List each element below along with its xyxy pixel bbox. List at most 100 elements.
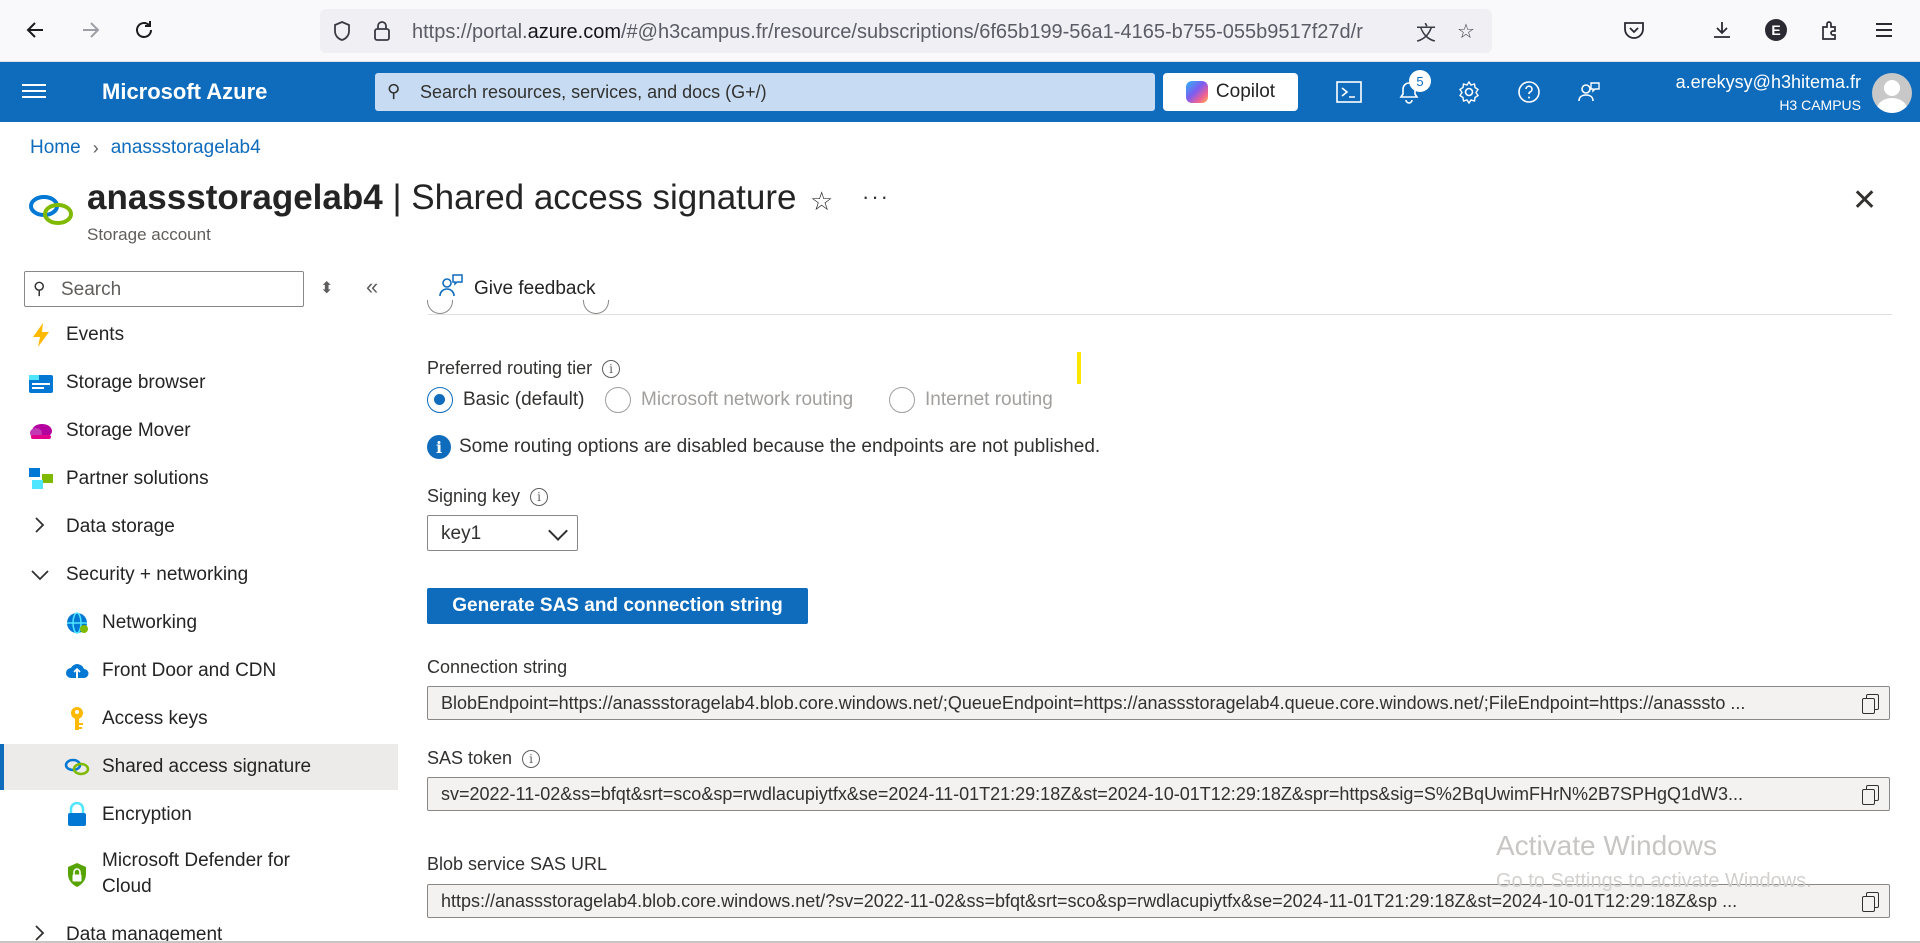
radio-circle[interactable] — [889, 387, 915, 413]
search-icon: ⚲ — [387, 81, 401, 101]
radio-basic-default[interactable]: Basic (default) — [427, 387, 584, 413]
forward-arrow-icon[interactable] — [74, 14, 106, 46]
notifications-bell-icon[interactable]: 5 — [1393, 70, 1431, 108]
partner-icon — [28, 466, 54, 492]
breadcrumb-home-link[interactable]: Home — [30, 137, 81, 159]
notification-count-badge: 5 — [1409, 70, 1431, 92]
bookmark-star-icon[interactable]: ☆ — [1454, 19, 1478, 43]
padlock-icon[interactable] — [370, 19, 394, 43]
url-text[interactable]: https://portal.azure.com/#@h3campus.fr/r… — [412, 21, 1432, 44]
sidebar-item-label: Front Door and CDN — [102, 660, 277, 681]
user-org: H3 CAMPUS — [1779, 97, 1861, 113]
cloud-shell-icon[interactable] — [1333, 76, 1365, 108]
connection-string-field[interactable]: BlobEndpoint=https://anassstoragelab4.bl… — [427, 686, 1890, 720]
radio-circle[interactable] — [427, 387, 453, 413]
partial-radio-circle[interactable] — [427, 300, 453, 314]
divider — [428, 314, 1892, 315]
shield-tracking-icon[interactable] — [330, 19, 354, 43]
sidebar-item-front-door-cdn[interactable]: Front Door and CDN — [0, 648, 398, 694]
radio-microsoft-network-routing[interactable]: Microsoft network routing — [605, 387, 853, 413]
page-subtitle: Storage account — [87, 225, 211, 244]
user-email[interactable]: a.erekysy@h3hitema.fr — [1676, 72, 1861, 93]
collapse-sidebar-icon[interactable]: « — [366, 274, 378, 300]
extensions-icon[interactable] — [1814, 14, 1846, 46]
settings-gear-icon[interactable] — [1453, 76, 1485, 108]
portal-menu-icon[interactable] — [22, 80, 46, 104]
brand-title[interactable]: Microsoft Azure — [102, 79, 267, 105]
shared-access-signature-icon — [28, 192, 74, 228]
more-options-icon[interactable]: ··· — [862, 184, 890, 210]
feedback-person-icon[interactable] — [1573, 76, 1605, 108]
signing-key-value: key1 — [441, 523, 482, 544]
avatar[interactable] — [1872, 73, 1912, 113]
chevron-down-icon — [30, 565, 50, 586]
sidebar-item-shared-access-signature[interactable]: Shared access signature — [0, 744, 398, 790]
sidebar-item-label: Access keys — [102, 708, 208, 729]
favorite-star-icon[interactable]: ☆ — [810, 186, 833, 217]
chevron-right-icon — [34, 516, 46, 539]
sidebar-item-encryption[interactable]: Encryption — [0, 792, 398, 838]
activate-windows-watermark: Activate Windows — [1496, 830, 1717, 861]
sidebar-item-storage-mover[interactable]: Storage Mover — [0, 408, 398, 454]
page-title: anassstoragelab4 | Shared access signatu… — [87, 178, 797, 217]
sidebar-item-access-keys[interactable]: Access keys — [0, 696, 398, 742]
cloud-cdn-icon — [64, 658, 90, 684]
activate-windows-subtext: Go to Settings to activate Windows. — [1496, 870, 1812, 892]
info-icon[interactable]: i — [530, 487, 549, 506]
search-icon: ⚲ — [33, 279, 46, 298]
sas-token-value: sv=2022-11-02&ss=bfqt&srt=sco&sp=rwdlacu… — [441, 784, 1744, 804]
shield-icon — [64, 862, 90, 888]
sas-token-field[interactable]: sv=2022-11-02&ss=bfqt&srt=sco&sp=rwdlacu… — [427, 777, 1890, 811]
signing-key-dropdown[interactable]: key1 — [427, 515, 578, 551]
sidebar-item-networking[interactable]: Networking — [0, 600, 398, 646]
expand-collapse-all-icon[interactable]: ⬍ — [320, 278, 333, 298]
info-icon[interactable]: i — [602, 359, 621, 378]
help-icon[interactable] — [1513, 76, 1545, 108]
radio-internet-routing[interactable]: Internet routing — [889, 387, 1053, 413]
address-bar[interactable]: https://portal.azure.com/#@h3campus.fr/r… — [320, 9, 1492, 53]
reload-icon[interactable] — [128, 14, 160, 46]
menu-icon[interactable] — [1868, 14, 1900, 46]
copilot-button[interactable]: Copilot — [1163, 73, 1298, 111]
radio-label: Basic (default) — [463, 389, 585, 410]
sidebar-search-input[interactable]: ⚲ Search — [24, 271, 304, 307]
sidebar-item-partner-solutions[interactable]: Partner solutions — [0, 456, 398, 502]
sidebar-item-label: Shared access signature — [102, 756, 312, 777]
link-icon — [64, 754, 90, 780]
sidebar-item-data-storage[interactable]: Data storage — [0, 504, 398, 550]
sidebar-item-storage-browser[interactable]: Storage browser — [0, 360, 398, 406]
azure-top-bar: Microsoft Azure ⚲ Search resources, serv… — [0, 62, 1920, 122]
global-search-input[interactable]: ⚲ Search resources, services, and docs (… — [375, 73, 1155, 111]
breadcrumb: Home › anassstoragelab4 — [30, 137, 261, 159]
download-icon[interactable] — [1706, 14, 1738, 46]
copy-icon[interactable] — [1861, 891, 1881, 913]
copy-icon[interactable] — [1861, 784, 1881, 806]
sidebar-item-events[interactable]: Events — [0, 312, 398, 358]
translate-icon[interactable]: 文 — [1414, 19, 1438, 45]
copy-icon[interactable] — [1861, 693, 1881, 715]
close-icon[interactable]: ✕ — [1852, 183, 1877, 218]
sidebar-item-defender[interactable]: Microsoft Defender for Cloud — [0, 846, 398, 904]
partial-radio-circle[interactable] — [583, 300, 609, 314]
sidebar-item-label: Storage Mover — [66, 420, 191, 441]
globe-icon — [64, 610, 90, 636]
sidebar-item-label: Cloud — [102, 876, 152, 897]
generate-sas-button[interactable]: Generate SAS and connection string — [427, 588, 808, 624]
pocket-icon[interactable] — [1618, 14, 1650, 46]
radio-circle[interactable] — [605, 387, 631, 413]
breadcrumb-resource-link[interactable]: anassstoragelab4 — [111, 137, 261, 159]
give-feedback-button[interactable]: Give feedback — [438, 273, 595, 305]
sidebar-item-security-networking[interactable]: Security + networking — [0, 552, 398, 598]
copilot-label: Copilot — [1215, 81, 1276, 102]
browser-toolbar: https://portal.azure.com/#@h3campus.fr/r… — [0, 0, 1920, 62]
back-arrow-icon[interactable] — [20, 14, 52, 46]
yellow-highlight-mark — [1077, 352, 1081, 384]
sidebar-item-label: Storage browser — [66, 372, 206, 393]
key-icon — [64, 706, 90, 732]
cloud-mover-icon — [28, 418, 54, 444]
info-icon[interactable]: i — [522, 749, 541, 768]
connection-string-label: Connection string — [427, 657, 568, 677]
profile-icon[interactable]: E — [1760, 14, 1792, 46]
chevron-down-icon — [548, 521, 568, 541]
sidebar-item-data-management[interactable]: Data management — [0, 912, 398, 943]
